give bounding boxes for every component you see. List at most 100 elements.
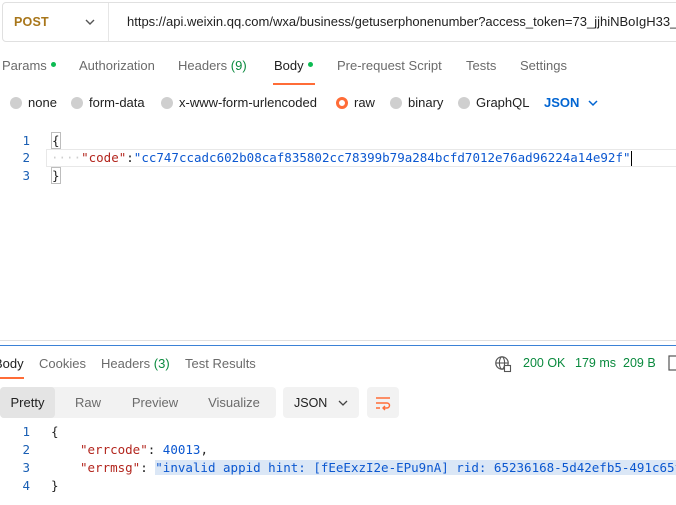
line-number: 4 [22, 478, 30, 493]
code-text: "errcode": 40013, [80, 441, 208, 459]
radio-none[interactable]: none [10, 95, 57, 110]
tab-body-label: Body [274, 58, 304, 73]
json-colon: : [140, 460, 156, 475]
radio-binary[interactable]: binary [390, 95, 443, 110]
tab-params[interactable]: Params [2, 58, 56, 73]
body-type-options: none form-data x-www-form-urlencoded raw… [0, 92, 676, 112]
tab-pre-request-script[interactable]: Pre-request Script [337, 58, 442, 73]
tab-tests-label: Tests [466, 58, 497, 73]
response-active-tab-underline [0, 377, 24, 379]
radio-binary-label: binary [408, 95, 444, 110]
json-value: "cc747ccadc602b08caf835802cc78399b79a284… [133, 150, 631, 165]
radio-graphql[interactable]: GraphQL [458, 95, 529, 110]
response-size[interactable]: 209 B [623, 356, 656, 370]
tab-tests[interactable]: Tests [466, 58, 496, 73]
tab-pre-request-script-label: Pre-request Script [337, 58, 442, 73]
wrap-lines-button[interactable] [367, 387, 399, 418]
code-text: { [51, 132, 61, 150]
body-indicator-dot [307, 62, 313, 68]
pane-divider[interactable] [0, 340, 676, 341]
open-brace: { [51, 132, 61, 149]
body-format-label: JSON [544, 95, 580, 110]
text-cursor [630, 151, 632, 166]
response-time[interactable]: 179 ms [575, 356, 616, 370]
indent-guide: ···· [51, 150, 82, 165]
json-value-selected: "invalid appid hint: [fEeExzI2e-EPu9nA] … [155, 460, 676, 475]
save-response-icon[interactable] [668, 355, 676, 371]
radio-graphql-label: GraphQL [476, 95, 530, 110]
radio-x-www-form-urlencoded[interactable]: x-www-form-urlencoded [161, 95, 317, 110]
radio-circle [458, 96, 470, 109]
response-tab-headers-label: Headers [101, 356, 151, 371]
tab-body[interactable]: Body [274, 58, 313, 73]
radio-form-data[interactable]: form-data [71, 95, 145, 110]
response-tab-cookies[interactable]: Cookies [39, 356, 86, 371]
tab-authorization[interactable]: Authorization [79, 58, 155, 73]
response-headers-count: (3) [153, 356, 170, 371]
status-code[interactable]: 200 OK [523, 356, 565, 370]
radio-raw[interactable]: raw [336, 95, 375, 110]
tab-settings[interactable]: Settings [520, 58, 567, 73]
network-globe-icon[interactable] [494, 355, 512, 373]
code-text: } [51, 478, 59, 493]
line-number: 3 [22, 168, 30, 183]
line-number: 2 [22, 150, 30, 165]
headers-count: (9) [230, 58, 247, 73]
response-tab-body[interactable]: Body [0, 356, 24, 371]
close-brace: } [51, 167, 61, 184]
radio-circle-selected [336, 96, 348, 109]
view-mode-segmented: Pretty Raw Preview Visualize [0, 387, 276, 418]
editor-line: 3 } [0, 167, 676, 185]
line-number: 1 [22, 424, 30, 439]
params-indicator-dot [50, 62, 56, 68]
request-tabs: Params Authorization Headers (9) Body Pr… [0, 56, 676, 78]
method-select[interactable]: POST [3, 3, 109, 41]
response-tabs: Body Cookies Headers (3) Test Results 20… [0, 355, 676, 375]
line-number: 1 [22, 133, 30, 148]
editor-line: 1 { [0, 132, 676, 150]
response-tab-headers[interactable]: Headers (3) [101, 356, 170, 371]
response-format-label: JSON [294, 395, 328, 410]
tab-authorization-label: Authorization [79, 58, 155, 73]
json-colon: : [126, 150, 134, 165]
response-format-select[interactable]: JSON [283, 387, 359, 418]
chevron-down-icon [588, 99, 598, 106]
active-tab-underline [273, 83, 315, 85]
view-mode-raw[interactable]: Raw [62, 387, 114, 418]
response-line: 2 "errcode": 40013, [0, 441, 676, 459]
radio-raw-label: raw [354, 95, 375, 110]
view-mode-visualize[interactable]: Visualize [198, 387, 270, 418]
response-line: 4 } [0, 477, 676, 495]
view-mode-preview[interactable]: Preview [122, 387, 188, 418]
tab-headers[interactable]: Headers (9) [178, 58, 247, 73]
tab-params-label: Params [2, 58, 47, 73]
line-number: 3 [22, 460, 30, 475]
body-format-select[interactable]: JSON [544, 95, 599, 110]
response-tab-test-results[interactable]: Test Results [185, 356, 256, 371]
method-label: POST [14, 15, 49, 29]
radio-x-www-form-urlencoded-label: x-www-form-urlencoded [179, 95, 317, 110]
json-key: "code" [81, 150, 127, 165]
json-value: 40013 [162, 442, 201, 457]
json-comma: , [200, 442, 208, 457]
code-text: } [51, 167, 61, 185]
code-text: ····"code":"cc747ccadc602b08caf835802cc7… [51, 149, 632, 167]
request-bar: POST https://api.weixin.qq.com/wxa/busin… [2, 2, 676, 42]
line-number: 2 [22, 442, 30, 457]
radio-circle [10, 96, 22, 109]
chevron-down-icon [338, 400, 348, 406]
view-mode-pretty[interactable]: Pretty [0, 387, 55, 418]
json-key: "errcode" [80, 442, 148, 457]
editor-line-current: 2 ····"code":"cc747ccadc602b08caf835802c… [0, 149, 676, 167]
request-body-editor[interactable]: 1 { 2 ····"code":"cc747ccadc602b08caf835… [0, 128, 676, 340]
json-key: "errmsg" [80, 460, 141, 475]
url-input[interactable]: https://api.weixin.qq.com/wxa/business/g… [127, 14, 676, 29]
json-colon: : [147, 442, 163, 457]
radio-circle [161, 96, 173, 109]
tab-headers-label: Headers [178, 58, 228, 73]
wrap-lines-icon [376, 396, 391, 410]
pane-resize-handle[interactable] [0, 345, 676, 346]
code-text: { [51, 424, 59, 439]
radio-none-label: none [28, 95, 57, 110]
radio-form-data-label: form-data [89, 95, 145, 110]
